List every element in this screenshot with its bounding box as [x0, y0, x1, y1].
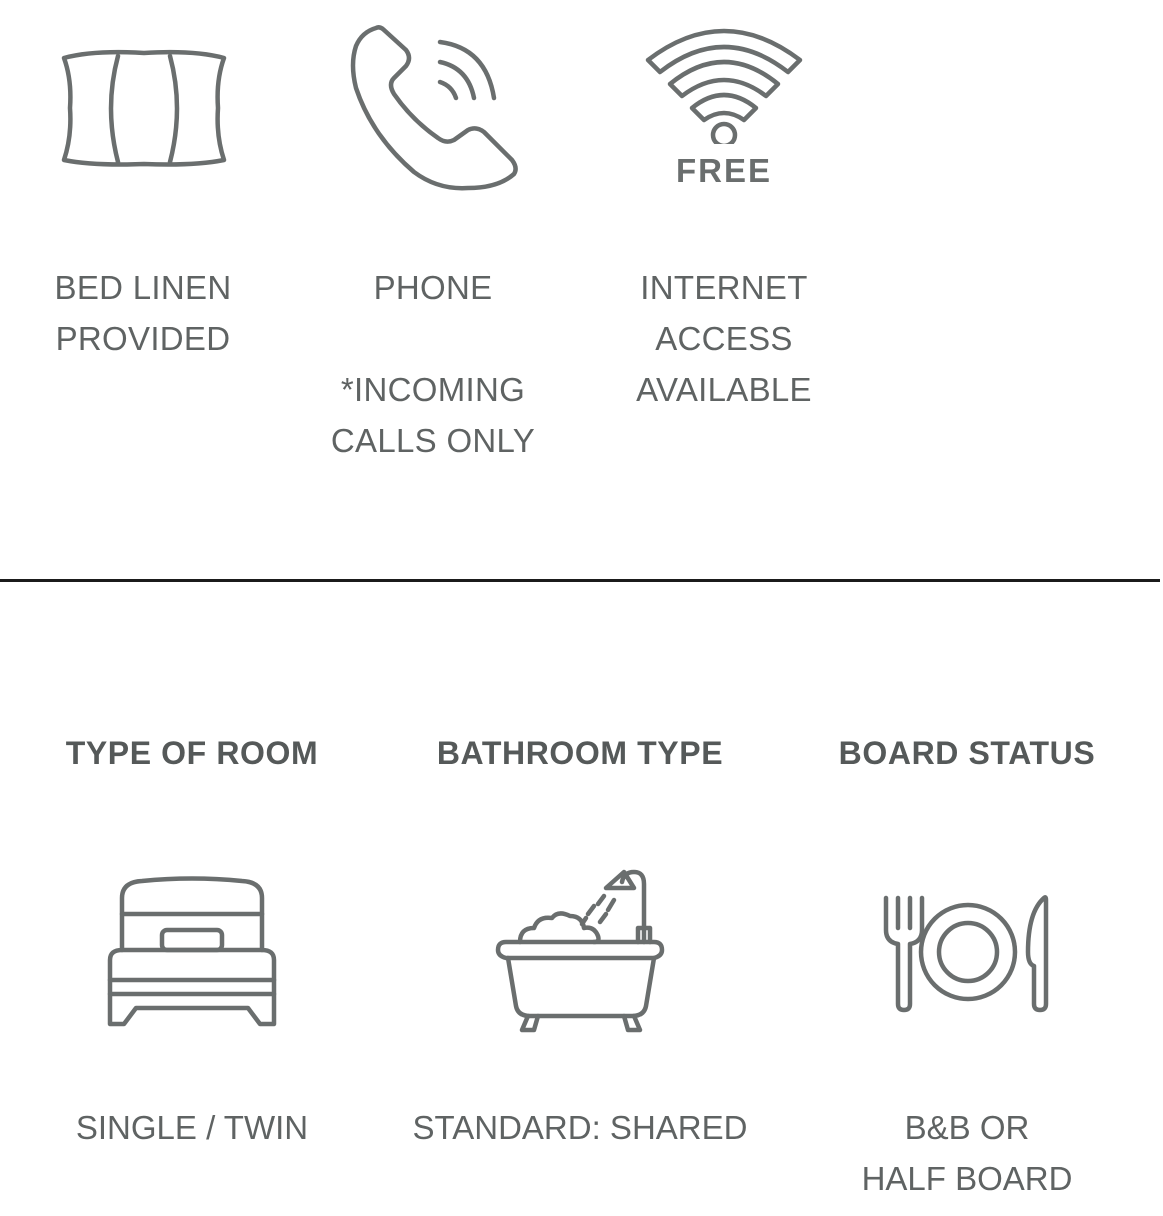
room-type-heading: TYPE OF ROOM [65, 735, 319, 771]
bathtub-icon [494, 866, 666, 1038]
plate-cutlery-icon [880, 892, 1052, 1016]
bathroom-type-column: BATHROOM TYPE STANDARD: SHARED [405, 0, 755, 1216]
board-status-heading: BOARD STATUS [838, 735, 1096, 771]
bathroom-type-value: STANDARD: SHARED [412, 1109, 748, 1146]
bathroom-type-heading: BATHROOM TYPE [436, 735, 724, 771]
room-type-column: TYPE OF ROOM SINGLE / TWIN [42, 0, 342, 1216]
bed-icon [106, 876, 278, 1032]
room-type-value: SINGLE / TWIN [75, 1109, 309, 1146]
board-status-value: B&B OR HALF BOARD [861, 1109, 1073, 1197]
board-status-column: BOARD STATUS B&B OR HALF BOARD [812, 0, 1122, 1216]
